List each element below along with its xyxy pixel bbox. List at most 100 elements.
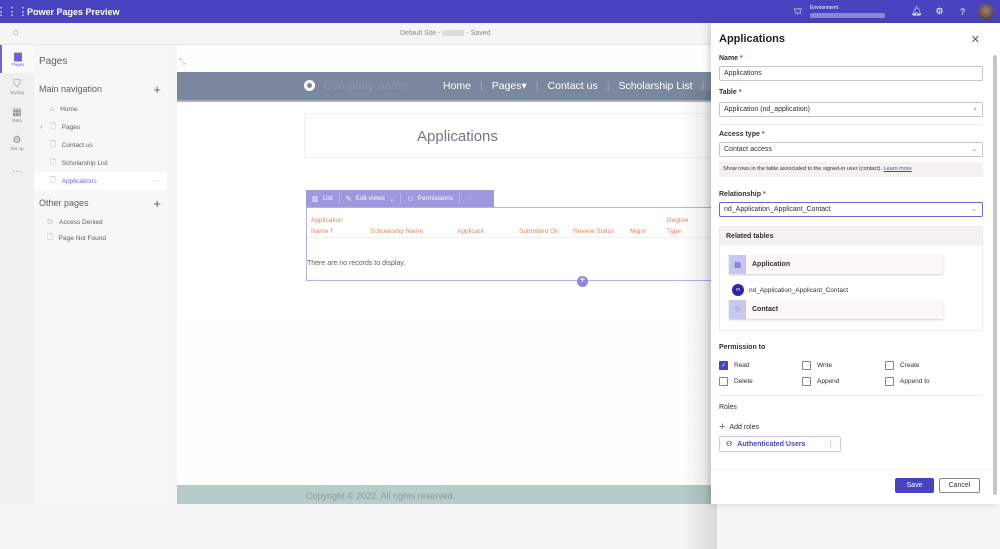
settings-icon[interactable]: ⚙	[928, 6, 951, 17]
cancel-button[interactable]: Cancel	[939, 478, 980, 493]
checkbox-write[interactable]: Write	[802, 361, 832, 370]
help-icon[interactable]: ?	[951, 7, 974, 17]
checkbox-read[interactable]: ✓ Read	[719, 361, 750, 370]
section-title: Main navigation	[39, 84, 103, 94]
chevron-down-icon: ⌄	[971, 146, 977, 153]
add-roles-button[interactable]: + Add roles	[719, 421, 759, 433]
more-options-icon[interactable]: ···	[152, 178, 159, 185]
role-chip[interactable]: ⚇ Authenticated Users ⋮	[719, 436, 841, 452]
label-text: Table	[719, 89, 737, 96]
checkbox-append-to[interactable]: Append to	[885, 377, 930, 386]
avatar[interactable]	[978, 3, 994, 20]
scrollbar[interactable]	[993, 55, 997, 495]
required-mark: *	[740, 55, 743, 62]
add-roles-label: Add roles	[729, 423, 760, 431]
list-label: List	[322, 195, 333, 202]
home-icon: ⌂	[50, 105, 55, 113]
more-button[interactable]: ···	[460, 193, 479, 204]
bell-icon[interactable]: 🔔︎	[905, 6, 928, 17]
title-section[interactable]	[304, 113, 717, 158]
column-header[interactable]: Scholarship Name	[370, 226, 423, 237]
list-button[interactable]: ▥ List	[306, 193, 340, 204]
access-type-label: Access type *	[719, 131, 765, 138]
column-header[interactable]: Review Status	[573, 226, 615, 237]
nav-item-home[interactable]: ⌂ Home	[34, 100, 167, 118]
column-header[interactable]: Submitted On	[519, 226, 559, 237]
add-section-button[interactable]: +	[577, 276, 588, 287]
site-status: Default Site - - Saved	[400, 30, 491, 37]
save-button[interactable]: Save	[895, 478, 934, 493]
site-nav-contact-us[interactable]: Contact us	[548, 80, 598, 92]
col-line2: Applicant	[457, 228, 484, 235]
setup-icon: ⚙	[12, 135, 22, 146]
table-field[interactable]: Application (nd_application) ⌕	[719, 102, 983, 117]
people-lock-icon: ⚇	[407, 195, 414, 203]
col-line1: Application	[311, 217, 343, 224]
rail-item-setup[interactable]: ⚙ Set up	[0, 129, 34, 157]
rail-item-styling[interactable]: ⛉ Styling	[0, 73, 34, 101]
relationship-name: nd_Application_Applicant_Contact	[749, 286, 849, 294]
waffle-icon[interactable]: ⋮⋮⋮	[0, 0, 29, 23]
site-nav-home[interactable]: Home	[443, 80, 471, 92]
add-page-icon[interactable]: +	[153, 82, 161, 97]
check-icon: ✓	[719, 361, 728, 370]
rail-item-pages[interactable]: ▆ Pages	[0, 45, 34, 73]
checkbox-box	[885, 361, 894, 370]
more-vertical-icon[interactable]: ⋮	[827, 440, 834, 448]
rail-item-more[interactable]: ···	[0, 157, 34, 185]
nav-item-contact-us[interactable]: 🗋 Contact us	[34, 136, 167, 154]
permissions-label: Permissions	[417, 195, 454, 202]
learn-more-link[interactable]: Learn more	[884, 166, 912, 172]
edit-icon: ✎	[345, 195, 352, 203]
nav-label: Access Denied	[59, 218, 103, 226]
permissions-button[interactable]: ⚇ Permissions	[401, 193, 461, 204]
col-line2: Submitted On	[519, 228, 559, 235]
checkbox-delete[interactable]: Delete	[719, 377, 753, 386]
checkbox-append[interactable]: Append	[802, 377, 839, 386]
checkbox-box	[719, 377, 728, 386]
checkbox-create[interactable]: Create	[885, 361, 920, 370]
relationship-dropdown[interactable]: nd_Application_Applicant_Contact ⌄	[719, 202, 983, 217]
section-title: Other pages	[39, 198, 89, 208]
relationship-label: Relationship *	[719, 191, 766, 198]
column-header[interactable]: Application Name 🠕	[311, 215, 343, 237]
list-component[interactable]: Application Name 🠕 Scholarship Name Appli…	[306, 207, 717, 281]
home-icon[interactable]: ⌂	[13, 27, 19, 38]
name-field[interactable]: Applications	[719, 66, 983, 81]
logo-icon	[304, 79, 315, 91]
nav-item-applications[interactable]: 🗋 Applications ···	[34, 172, 167, 190]
nav-item-access-denied[interactable]: ⚇ Access Denied	[34, 214, 167, 230]
label-text: Name	[719, 55, 739, 62]
edit-views-button[interactable]: ✎ Edit views ⌄	[340, 193, 402, 204]
nav-separator: |	[480, 80, 483, 92]
site-header: Company name Home | Pages▾ | Contact us | S…	[177, 72, 717, 102]
expand-icon[interactable]: ⤡	[179, 57, 185, 67]
role-name: Authenticated Users	[737, 440, 806, 448]
person-lock-icon: ⚇	[47, 219, 54, 226]
column-header[interactable]: Applicant	[457, 226, 484, 237]
environment-picker[interactable]: ⛫ Environment	[794, 5, 885, 18]
search-icon: ⌕	[973, 106, 977, 113]
nav-label: Applications	[61, 177, 97, 185]
required-mark: *	[738, 89, 742, 96]
close-icon[interactable]: ✕	[971, 33, 980, 46]
add-other-page-icon[interactable]: +	[153, 196, 161, 211]
chevron-right-icon[interactable]: ›	[40, 124, 42, 131]
nav-item-page-not-found[interactable]: 🗋 Page Not Found	[34, 230, 167, 246]
name-label: Name *	[719, 55, 743, 62]
page-icon: 🗋	[50, 140, 56, 148]
divider	[719, 124, 983, 125]
nav-item-scholarship-list[interactable]: 🗋 Scholarship List	[34, 154, 167, 172]
left-rail: ▆ Pages ⛉ Styling ▦ Data ⚙ Set up ···	[0, 45, 34, 504]
site-nav-pages[interactable]: Pages▾	[492, 80, 527, 92]
related-from: Application	[752, 261, 791, 268]
page-icon: 🗋	[50, 122, 56, 130]
column-header[interactable]: Major	[630, 226, 646, 237]
table-icon: ▦	[12, 107, 22, 118]
access-type-dropdown[interactable]: Contact access ⌄	[719, 142, 983, 157]
rail-item-data[interactable]: ▦ Data	[0, 101, 34, 129]
top-bar: ⋮⋮⋮ Power Pages Preview ⛫ Environment 🔔︎…	[0, 0, 1000, 23]
main-navigation-header: Main navigation +	[34, 78, 167, 100]
nav-item-pages[interactable]: › 🗋 Pages	[34, 118, 167, 136]
site-name: Default Site -	[400, 30, 443, 37]
